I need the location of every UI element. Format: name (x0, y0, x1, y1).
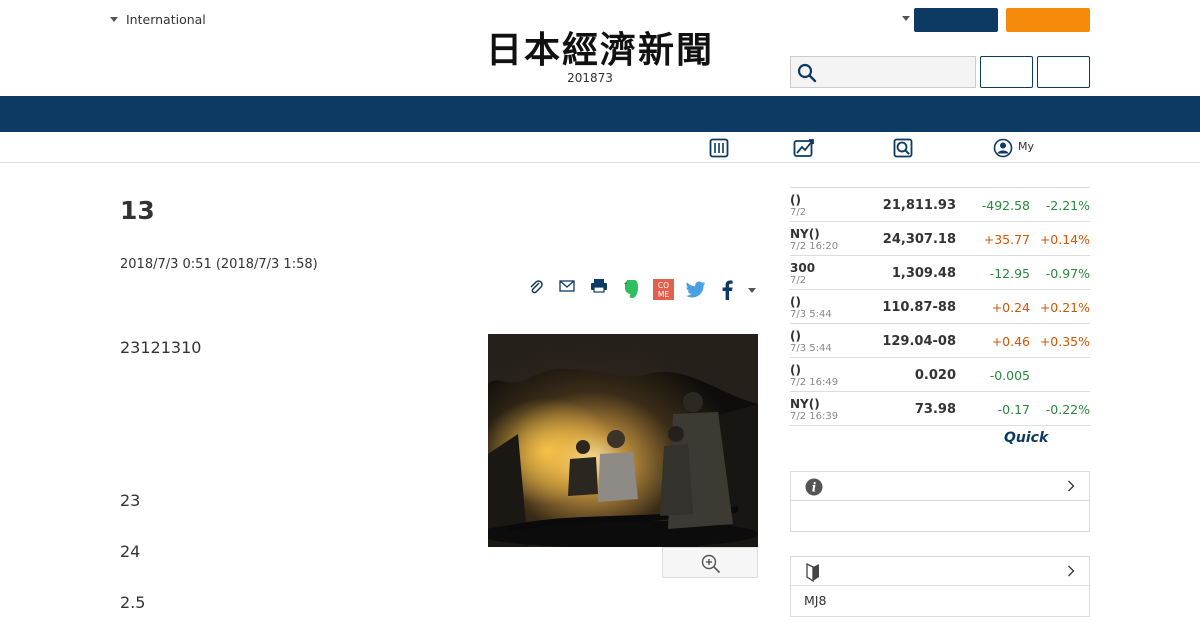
login-button[interactable] (914, 8, 998, 32)
info-box[interactable]: i (790, 471, 1090, 532)
market-change: -12.95 (989, 266, 1030, 281)
market-date: 7/3 5:44 (790, 343, 832, 354)
market-row[interactable]: () 7/3 5:44 110.87-88 +0.24 +0.21% (790, 290, 1090, 324)
market-name: () (790, 329, 801, 343)
user-icon[interactable] (993, 138, 1013, 158)
market-name: () (790, 193, 801, 207)
market-value: 110.87-88 (882, 300, 956, 315)
market-date: 7/2 (790, 275, 807, 286)
svg-text:i: i (812, 481, 817, 495)
caret-down-icon (110, 17, 118, 22)
article-headline: 13 (120, 196, 155, 225)
beginner-box[interactable]: MJ8 (790, 556, 1090, 617)
market-pct: +0.35% (1039, 334, 1090, 349)
market-value: 0.020 (914, 368, 956, 383)
market-value: 1,309.48 (891, 266, 956, 281)
page: International 日本經濟新聞 201873 My 13 2018/7… (0, 0, 1200, 630)
market-date: 7/3 5:44 (790, 309, 832, 320)
market-row[interactable]: () 7/3 5:44 129.04-08 +0.46 +0.35% (790, 324, 1090, 358)
header-button-1[interactable] (980, 56, 1033, 88)
quick-logo[interactable]: Quick (1004, 430, 1048, 446)
market-change: -492.58 (981, 198, 1030, 213)
paper-edition-icon[interactable] (709, 138, 729, 158)
article-timestamp: 2018/7/3 0:51 (2018/7/3 1:58) (120, 257, 318, 272)
header-button-2[interactable] (1037, 56, 1090, 88)
subscribe-button[interactable] (1006, 8, 1090, 32)
market-change: -0.17 (997, 402, 1030, 417)
market-pct: +0.14% (1039, 232, 1090, 247)
evernote-icon[interactable] (623, 279, 639, 299)
market-change: -0.005 (989, 368, 1030, 383)
search-input[interactable] (790, 56, 976, 88)
edition-selector[interactable]: International (110, 12, 206, 27)
market-date: 7/2 16:20 (790, 241, 839, 252)
market-pct: -0.97% (1045, 266, 1090, 281)
beginner-box-header[interactable] (791, 557, 1089, 586)
info-icon: i (805, 478, 823, 496)
clip-icon[interactable] (528, 279, 544, 295)
market-row[interactable]: NY() 7/2 16:39 73.98 -0.17 -0.22% (790, 392, 1090, 426)
market-change: +0.46 (991, 334, 1030, 349)
chevron-right-icon (1068, 480, 1075, 492)
market-date: 7/2 16:39 (790, 411, 839, 422)
market-name: () (790, 363, 801, 377)
market-table: () 7/2 21,811.93 -492.58 -2.21% NY() 7/2… (790, 187, 1090, 426)
market-pct: +0.21% (1039, 300, 1090, 315)
market-row[interactable]: () 7/2 21,811.93 -492.58 -2.21% (790, 188, 1090, 222)
svg-text:CO: CO (658, 281, 669, 290)
market-pct: -0.22% (1045, 402, 1090, 417)
market-value: 73.98 (914, 402, 956, 417)
market-row[interactable]: 300 7/2 1,309.48 -12.95 -0.97% (790, 256, 1090, 290)
article-paragraph: 23121310 (120, 338, 202, 357)
market-name: NY() (790, 397, 820, 411)
beginner-box-body: MJ8 (804, 593, 827, 608)
caret-down-icon[interactable] (902, 16, 910, 21)
main-navbar (0, 96, 1200, 132)
market-name: () (790, 295, 801, 309)
info-box-header[interactable]: i (791, 472, 1089, 501)
market-change: +0.24 (991, 300, 1030, 315)
market-date: 7/2 16:49 (790, 377, 839, 388)
edition-number: 201873 (567, 71, 613, 85)
market-row[interactable]: NY() 7/2 16:20 24,307.18 +35.77 +0.14% (790, 222, 1090, 256)
nikkei-logo[interactable]: 日本經濟新聞 (450, 28, 750, 68)
market-value: 129.04-08 (882, 334, 956, 349)
search-icon (797, 63, 817, 83)
mail-icon[interactable] (559, 279, 575, 293)
article-paragraph: 24 (120, 542, 141, 561)
market-date: 7/2 (790, 207, 807, 218)
market-pct: -2.21% (1045, 198, 1090, 213)
article-photo[interactable] (488, 334, 758, 547)
facebook-icon[interactable] (721, 280, 733, 300)
beginner-mark-icon (806, 563, 819, 582)
twitter-icon[interactable] (686, 281, 706, 298)
more-share-caret-icon[interactable] (748, 288, 756, 293)
info-box-body (791, 501, 1089, 531)
chevron-right-icon (1068, 565, 1075, 577)
search-companies-icon[interactable] (893, 138, 913, 158)
comment-icon[interactable]: CO ME (653, 279, 674, 300)
zoom-photo-button[interactable] (662, 547, 758, 578)
market-row[interactable]: () 7/2 16:49 0.020 -0.005 (790, 358, 1090, 392)
market-value: 24,307.18 (882, 232, 956, 247)
print-icon[interactable] (590, 278, 608, 294)
svg-text:ME: ME (658, 290, 669, 299)
market-name: NY() (790, 227, 820, 241)
market-value: 21,811.93 (882, 198, 956, 213)
svg-text:日本經濟新聞: 日本經濟新聞 (486, 29, 714, 68)
article-paragraph: 2.5 (120, 593, 146, 612)
article-paragraph: 23 (120, 491, 141, 510)
market-change: +35.77 (983, 232, 1030, 247)
zoom-in-icon (701, 554, 721, 574)
market-name: 300 (790, 261, 816, 275)
edition-label: International (126, 12, 206, 27)
my-nikkei-label[interactable]: My (1018, 140, 1034, 153)
market-chart-icon[interactable] (793, 138, 815, 158)
